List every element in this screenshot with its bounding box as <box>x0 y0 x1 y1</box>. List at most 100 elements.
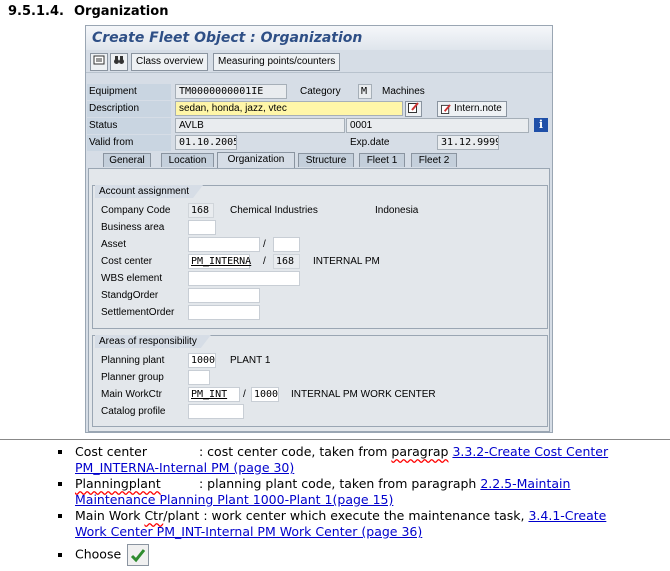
binoculars-icon[interactable] <box>110 53 128 71</box>
planner-group-field[interactable] <box>188 370 210 385</box>
company-code-field[interactable]: 168 <box>188 203 214 218</box>
text-planning-plant: : planning plant code, taken from paragr… <box>199 476 477 491</box>
description-label: Description <box>87 101 171 117</box>
bullet-icon <box>58 514 62 518</box>
explanation-list: Cost center: cost center code, taken fro… <box>58 444 630 566</box>
standing-order-field[interactable] <box>188 288 260 303</box>
tab-general[interactable]: General <box>103 153 151 167</box>
text-main-work: : work center which execute the maintena… <box>203 508 525 523</box>
intern-note-label: Intern.note <box>454 103 502 114</box>
company-country: Indonesia <box>375 205 419 216</box>
bullet-icon <box>58 553 62 557</box>
class-overview-button[interactable]: Class overview <box>131 53 209 71</box>
tab-strip: General Location Organization Structure … <box>86 152 552 168</box>
exp-date-field[interactable]: 31.12.9999 <box>437 135 499 150</box>
description-row: Description sedan, honda, jazz, vtec Int… <box>86 101 552 117</box>
application-toolbar: Class overview Measuring points/counters <box>86 52 552 73</box>
measuring-points-button[interactable]: Measuring points/counters <box>213 53 341 71</box>
edit-text-icon[interactable] <box>405 101 422 117</box>
standing-order-label: StandgOrder <box>101 290 159 301</box>
intern-note-button[interactable]: Intern.note <box>437 101 507 117</box>
status-field[interactable]: AVLB <box>175 118 345 133</box>
account-assignment-title: Account assignment <box>95 185 203 198</box>
cost-center-value: PM_INTERNA <box>191 256 252 267</box>
main-workctr-label: Main WorkCtr <box>101 389 162 400</box>
term-planning-plant-text: Planningplant <box>75 476 161 491</box>
main-workctr-field[interactable]: PM_INT <box>188 387 240 402</box>
asset-label: Asset <box>101 239 127 250</box>
list-item-main-work-ctr: Main Work Ctr/plant : work center which … <box>58 508 630 540</box>
asset-sub-field[interactable] <box>273 237 300 252</box>
description-field[interactable]: sedan, honda, jazz, vtec <box>175 101 403 116</box>
asset-separator: / <box>263 239 266 250</box>
category-field[interactable]: M <box>358 84 372 99</box>
equipment-row: Equipment TM0000000001IE Category M Mach… <box>86 84 552 100</box>
info-icon[interactable]: i <box>534 118 548 132</box>
catalog-profile-label: Catalog profile <box>101 406 166 417</box>
settlement-order-label: SettlementOrder <box>101 307 175 318</box>
section-title: Organization <box>74 4 169 19</box>
valid-from-field[interactable]: 01.10.2005 <box>175 135 237 150</box>
tab-organization[interactable]: Organization <box>217 152 295 168</box>
equipment-label: Equipment <box>87 84 171 100</box>
term-planning-plant: Planningplant <box>75 476 199 492</box>
settlement-order-field[interactable] <box>188 305 260 320</box>
cost-center-company-field: 168 <box>273 254 300 269</box>
account-assignment-group: Account assignment Company Code 168 Chem… <box>92 185 548 329</box>
equipment-field[interactable]: TM0000000001IE <box>175 84 287 99</box>
cost-center-label: Cost center <box>101 256 153 267</box>
business-area-field[interactable] <box>188 220 216 235</box>
status-row: Status AVLB 0001 i <box>86 118 552 134</box>
tab-fleet-1[interactable]: Fleet 1 <box>359 153 405 167</box>
list-item-cost-center: Cost center: cost center code, taken fro… <box>58 444 630 476</box>
divider <box>0 439 670 440</box>
wbs-element-field[interactable] <box>188 271 300 286</box>
bullet-icon <box>58 482 62 486</box>
header-area: Equipment TM0000000001IE Category M Mach… <box>86 81 552 151</box>
asset-field[interactable] <box>188 237 260 252</box>
planning-plant-label: Planning plant <box>101 355 165 366</box>
cost-center-field[interactable]: PM_INTERNA <box>188 254 252 269</box>
display-change-icon[interactable] <box>90 53 108 71</box>
main-workctr-plant-field[interactable]: 1000 <box>251 387 279 402</box>
misspelled-word: paragrap <box>391 444 449 459</box>
main-workctr-text: INTERNAL PM WORK CENTER <box>291 389 436 400</box>
tab-structure[interactable]: Structure <box>298 153 354 167</box>
company-code-label: Company Code <box>101 205 171 216</box>
term-main-work-b: Ctr <box>144 508 164 523</box>
term-main-work-c: /plant <box>163 508 200 523</box>
tab-fleet-2[interactable]: Fleet 2 <box>411 153 457 167</box>
status-label: Status <box>87 118 171 134</box>
planner-group-label: Planner group <box>101 372 164 383</box>
company-name: Chemical Industries <box>230 205 318 216</box>
areas-title: Areas of responsibility <box>95 335 211 348</box>
catalog-profile-field[interactable] <box>188 404 244 419</box>
list-item-choose: Choose <box>58 544 630 566</box>
areas-of-responsibility-group: Areas of responsibility Planning plant 1… <box>92 335 548 427</box>
planning-plant-text: PLANT 1 <box>230 355 271 366</box>
cost-center-separator: / <box>263 256 266 267</box>
sap-window: Create Fleet Object : Organization Class… <box>85 25 553 433</box>
wbs-element-label: WBS element <box>101 273 163 284</box>
exp-date-label: Exp.date <box>350 137 390 148</box>
valid-from-label: Valid from <box>87 135 171 151</box>
checkmark-icon[interactable] <box>127 544 150 566</box>
category-label: Category <box>300 86 341 97</box>
section-number: 9.5.1.4. <box>8 4 64 19</box>
business-area-label: Business area <box>101 222 165 233</box>
validity-row: Valid from 01.10.2005 Exp.date 31.12.999… <box>86 135 552 151</box>
bullet-icon <box>58 450 62 454</box>
cost-center-text: INTERNAL PM <box>313 256 380 267</box>
category-text: Machines <box>382 86 425 97</box>
list-item-planning-plant: Planningplant : planning plant code, take… <box>58 476 630 508</box>
term-cost-center: Cost center <box>75 444 147 459</box>
title-bar: Create Fleet Object : Organization <box>86 26 552 50</box>
term-main-work-a: Main Work <box>75 508 141 523</box>
tab-location[interactable]: Location <box>161 153 214 167</box>
planning-plant-field[interactable]: 1000 <box>188 353 216 368</box>
section-heading: 9.5.1.4. Organization <box>8 4 168 19</box>
status-code-field: 0001 <box>346 118 529 133</box>
note-icon <box>441 104 451 114</box>
organization-panel: Account assignment Company Code 168 Chem… <box>88 168 550 432</box>
text-choose: Choose <box>75 546 122 562</box>
